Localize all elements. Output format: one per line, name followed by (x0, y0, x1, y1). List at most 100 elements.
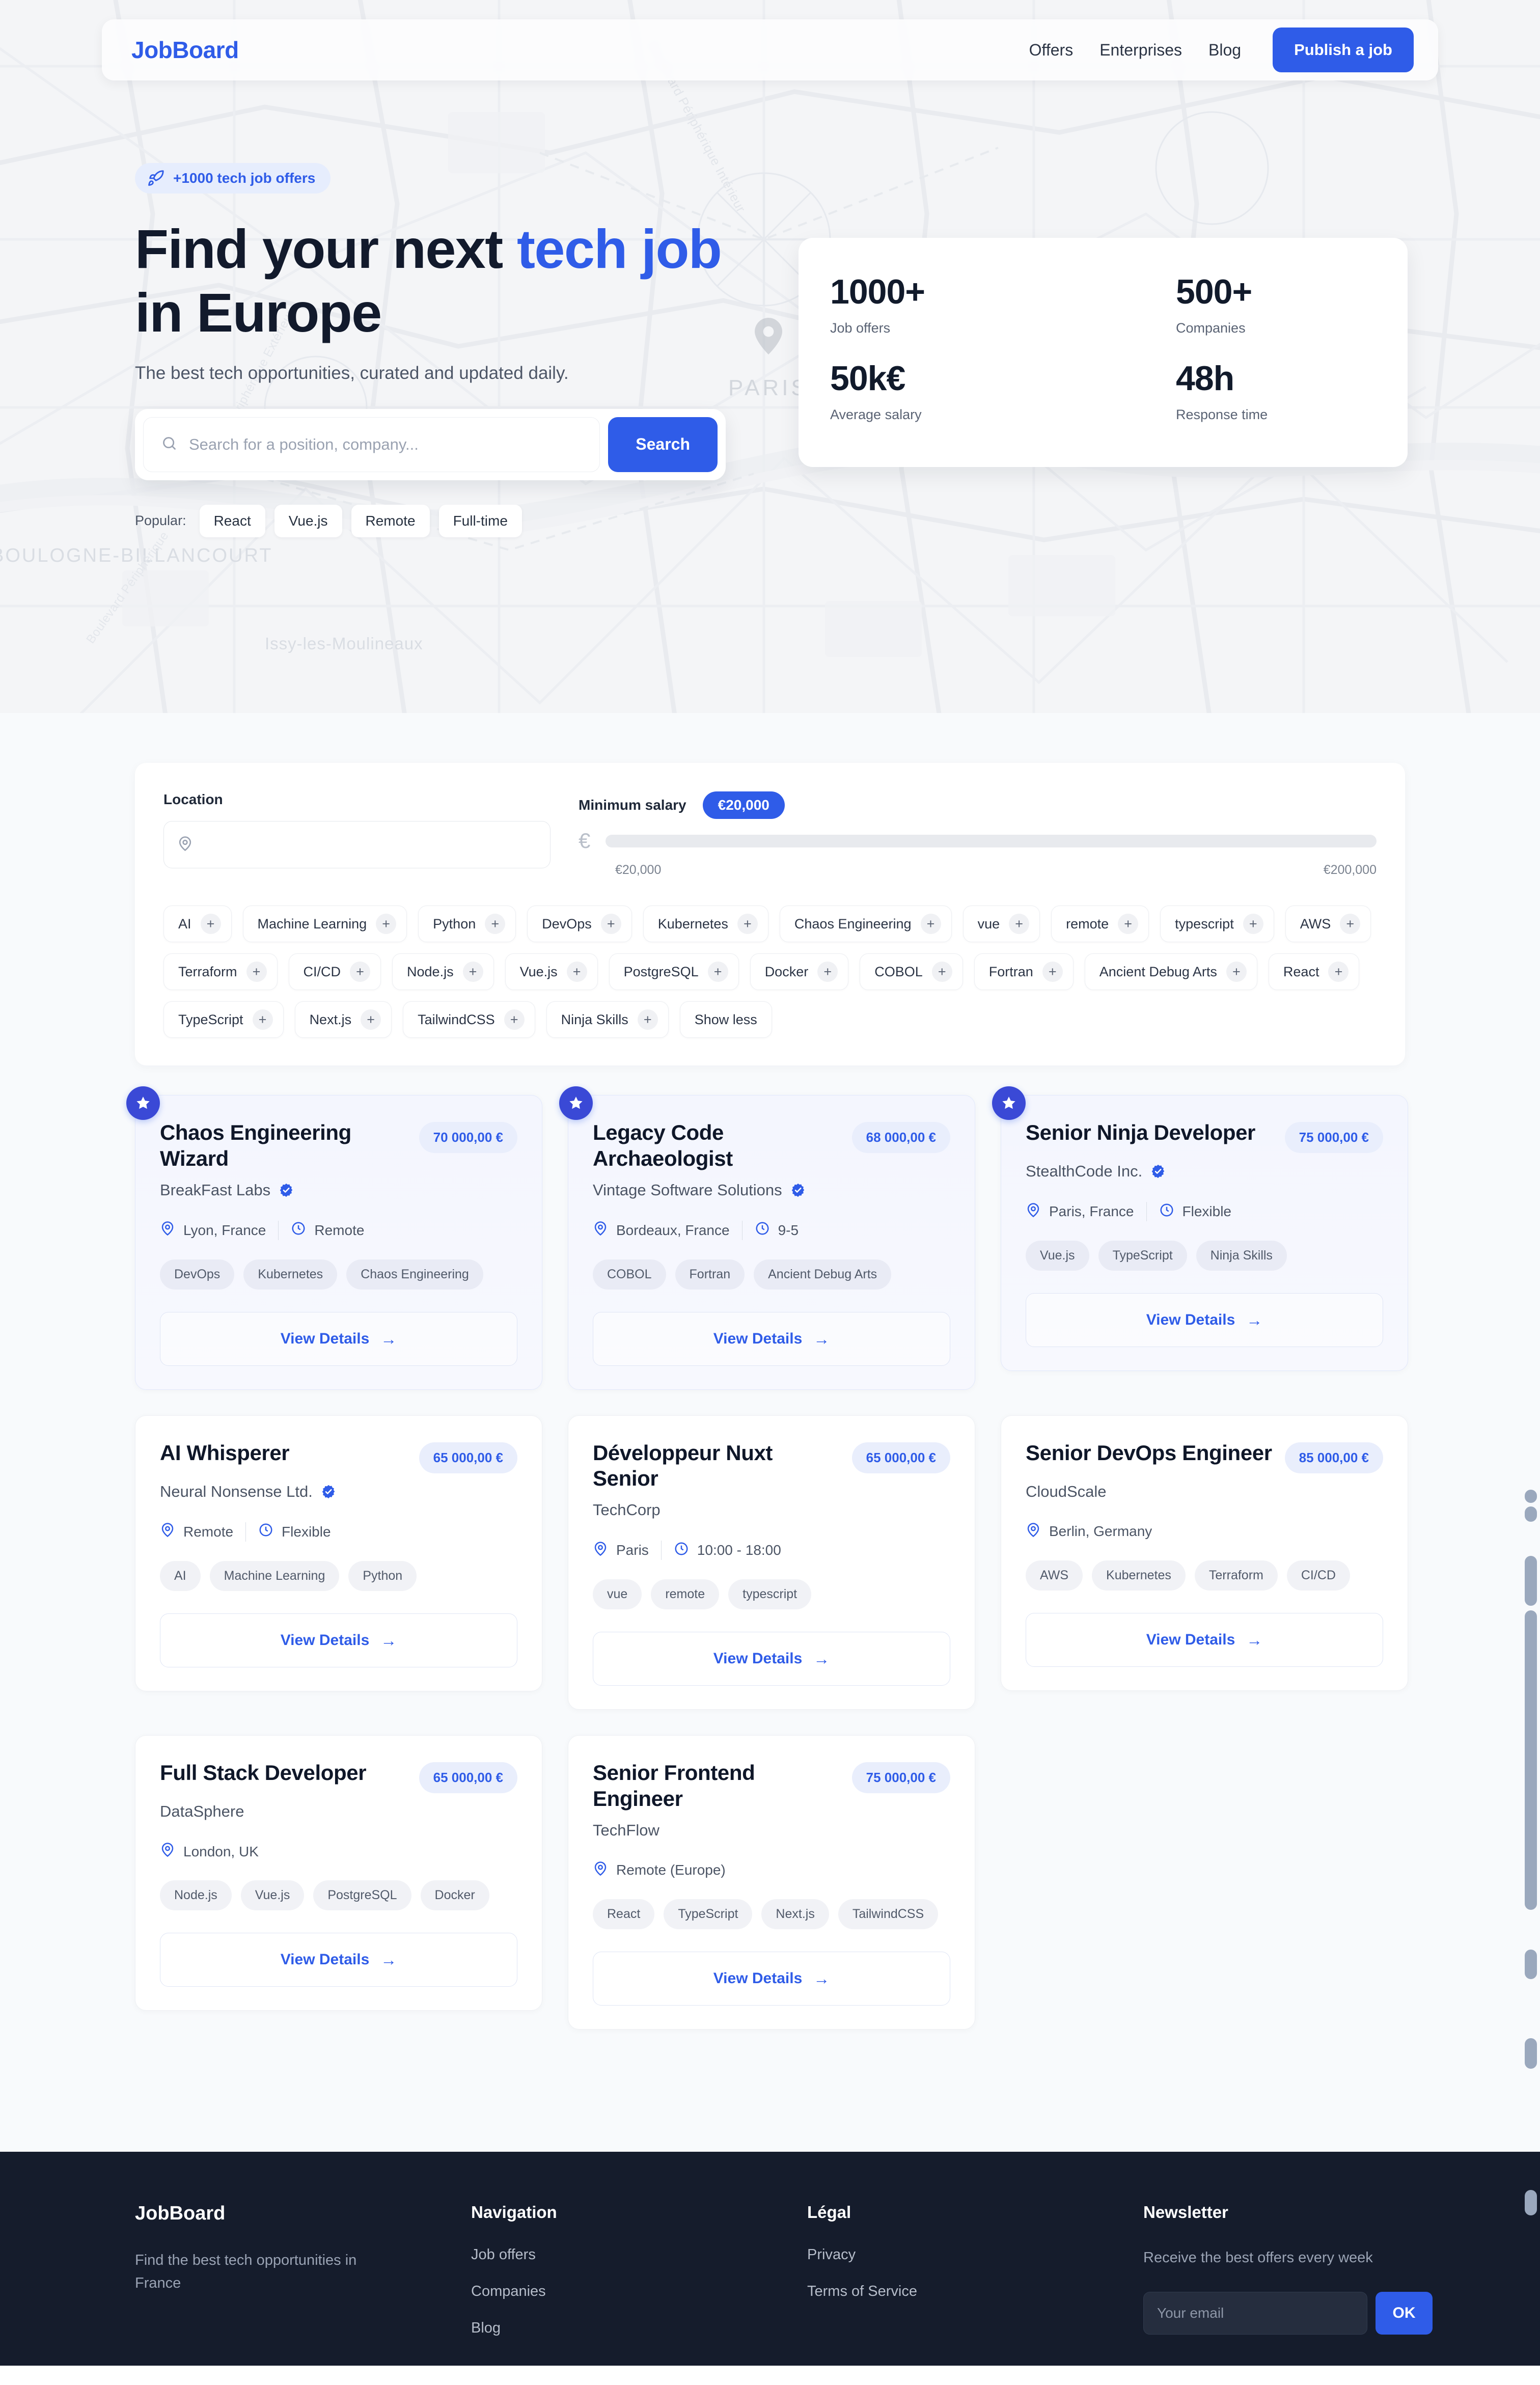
stat-value: 48h (1176, 359, 1234, 398)
filter-tag-aws[interactable]: AWS + (1285, 906, 1371, 942)
job-meta-row: Remote Flexible (160, 1522, 517, 1542)
filter-tag-ninja-skills[interactable]: Ninja Skills + (546, 1001, 669, 1038)
view-details-button[interactable]: View Details → (160, 1613, 517, 1667)
filter-tag-ancient-debug-arts[interactable]: Ancient Debug Arts + (1084, 953, 1257, 990)
meta-divider (278, 1220, 279, 1240)
job-card[interactable]: Senior Ninja Developer 75 000,00 € Stealth… (992, 1086, 1408, 1371)
view-details-button[interactable]: View Details → (593, 1951, 950, 2006)
filter-tag-remote[interactable]: remote + (1051, 906, 1149, 942)
job-cards-grid: Chaos Engineering Wizard 70 000,00 € Break… (126, 1086, 1408, 2030)
nav-link-offers[interactable]: Offers (1029, 41, 1074, 60)
job-tag: Fortran (675, 1259, 745, 1290)
newsletter-email-input[interactable] (1143, 2291, 1367, 2335)
brand-logo[interactable]: JobBoard (131, 36, 239, 64)
filter-tag-label: COBOL (874, 964, 923, 979)
job-card[interactable]: Développeur Nuxt Senior 65 000,00 € TechCo… (568, 1415, 975, 1710)
job-location-label: Remote (Europe) (616, 1862, 726, 1878)
filter-tag-label: Kubernetes (657, 916, 728, 931)
scrollbar-thumb-segment[interactable] (1525, 1556, 1537, 1606)
footer-link-privacy[interactable]: Privacy (807, 2246, 1143, 2263)
salary-slider-legend: €20,000 €200,000 (579, 863, 1377, 878)
view-details-button[interactable]: View Details → (1026, 1293, 1383, 1347)
job-card[interactable]: Legacy Code Archaeologist 68 000,00 € Vint… (559, 1086, 975, 1390)
job-schedule-label: Flexible (282, 1523, 331, 1540)
view-details-button[interactable]: View Details → (1026, 1612, 1383, 1667)
job-tags: AI Machine Learning Python (160, 1560, 517, 1591)
scrollbar-thumb-segment[interactable] (1525, 1610, 1537, 1910)
filter-tag-typescript[interactable]: typescript + (1160, 906, 1274, 942)
filter-tag-cobol[interactable]: COBOL + (860, 953, 963, 990)
filter-tag-chaos-engineering[interactable]: Chaos Engineering + (779, 906, 952, 942)
location-pin-icon (1026, 1522, 1041, 1541)
top-navbar: JobBoard Offers Enterprises Blog Publish… (102, 19, 1438, 80)
filter-tag-terraform[interactable]: Terraform + (163, 953, 278, 990)
job-tag: Kubernetes (243, 1259, 338, 1290)
filter-tag-postgresql[interactable]: PostgreSQL + (609, 953, 739, 990)
view-details-button[interactable]: View Details → (593, 1311, 950, 1366)
footer-link-terms[interactable]: Terms of Service (807, 2283, 1143, 2300)
scrollbar-thumb-segment[interactable] (1525, 2038, 1537, 2069)
footer-link-blog[interactable]: Blog (471, 2320, 807, 2337)
popular-chip-vuejs[interactable]: Vue.js (274, 504, 342, 537)
newsletter-ok-button[interactable]: OK (1376, 2291, 1433, 2335)
job-company: TechFlow (593, 1821, 950, 1840)
show-less-button[interactable]: Show less (679, 1001, 772, 1038)
filter-tag-machine-learning[interactable]: Machine Learning + (242, 906, 407, 942)
filter-tag-docker[interactable]: Docker + (750, 953, 849, 990)
view-details-button[interactable]: View Details → (593, 1632, 950, 1686)
job-card[interactable]: Senior Frontend Engineer 75 000,00 € TechF… (568, 1735, 975, 2030)
filter-tag-vue-js[interactable]: Vue.js + (505, 953, 598, 990)
stat-label: Job offers (830, 320, 891, 336)
filter-tag-tailwindcss[interactable]: TailwindCSS + (403, 1001, 535, 1038)
popular-chip-fulltime[interactable]: Full-time (438, 504, 522, 537)
job-card[interactable]: Senior DevOps Engineer 85 000,00 € CloudSc… (1001, 1415, 1408, 1691)
view-details-label: View Details (713, 1330, 803, 1347)
filter-tag-typescript[interactable]: TypeScript + (163, 1001, 284, 1038)
view-details-button[interactable]: View Details → (160, 1311, 517, 1366)
salary-slider[interactable] (606, 834, 1377, 847)
filter-tag-label: remote (1066, 916, 1109, 931)
site-footer: JobBoard Find the best tech opportunitie… (0, 2152, 1540, 2366)
scrollbar-thumb-segment[interactable] (1525, 2190, 1537, 2215)
nav-link-enterprises[interactable]: Enterprises (1099, 41, 1182, 60)
location-input[interactable] (202, 836, 537, 853)
job-card[interactable]: Full Stack Developer 65 000,00 € DataSpher… (135, 1735, 542, 2011)
filter-tag-ai[interactable]: AI + (163, 906, 232, 942)
job-salary-badge: 65 000,00 € (851, 1442, 950, 1473)
filter-tag-kubernetes[interactable]: Kubernetes + (643, 906, 768, 942)
nav-link-blog[interactable]: Blog (1208, 41, 1241, 60)
job-card[interactable]: Chaos Engineering Wizard 70 000,00 € Break… (126, 1086, 542, 1390)
footer-nav-col: Navigation Job offers Companies Blog (471, 2203, 807, 2356)
arrow-right-icon: → (1246, 1311, 1263, 1329)
filter-tag-next-js[interactable]: Next.js + (294, 1001, 392, 1038)
publish-job-button[interactable]: Publish a job (1273, 28, 1414, 72)
scrollbar-thumb-segment[interactable] (1525, 1506, 1537, 1522)
filter-tag-react[interactable]: React + (1268, 953, 1360, 990)
popular-chip-remote[interactable]: Remote (351, 504, 430, 537)
job-meta-row: Lyon, France Remote (160, 1220, 517, 1240)
filter-tag-python[interactable]: Python + (418, 906, 516, 942)
filter-tag-devops[interactable]: DevOps + (527, 906, 632, 942)
filter-tag-label: Chaos Engineering (794, 916, 912, 931)
job-meta-row: Remote (Europe) (593, 1861, 950, 1880)
job-card[interactable]: AI Whisperer 65 000,00 € Neural Nonsense L… (135, 1415, 542, 1691)
search-field-wrap[interactable] (143, 417, 600, 472)
location-input-wrap[interactable] (163, 821, 551, 868)
footer-link-job-offers[interactable]: Job offers (471, 2246, 807, 2263)
footer-link-companies[interactable]: Companies (471, 2283, 807, 2300)
filter-tag-fortran[interactable]: Fortran + (974, 953, 1074, 990)
scrollbar-thumb-segment[interactable] (1525, 1490, 1537, 1503)
filter-tag-ci-cd[interactable]: CI/CD + (288, 953, 381, 990)
popular-chip-react[interactable]: React (199, 504, 265, 537)
job-location-label: London, UK (183, 1843, 259, 1859)
job-tag: Terraform (1194, 1560, 1278, 1591)
search-button[interactable]: Search (608, 417, 718, 472)
search-input[interactable] (189, 435, 583, 454)
plus-icon: + (1328, 962, 1349, 982)
filter-tag-node-js[interactable]: Node.js + (392, 953, 494, 990)
view-details-button[interactable]: View Details → (160, 1933, 517, 1987)
scrollbar-thumb-segment[interactable] (1525, 1950, 1537, 1979)
filter-tag-vue[interactable]: vue + (963, 906, 1040, 942)
job-tags: vue remote typescript (593, 1579, 950, 1610)
job-title: Senior Ninja Developer (1026, 1120, 1256, 1144)
